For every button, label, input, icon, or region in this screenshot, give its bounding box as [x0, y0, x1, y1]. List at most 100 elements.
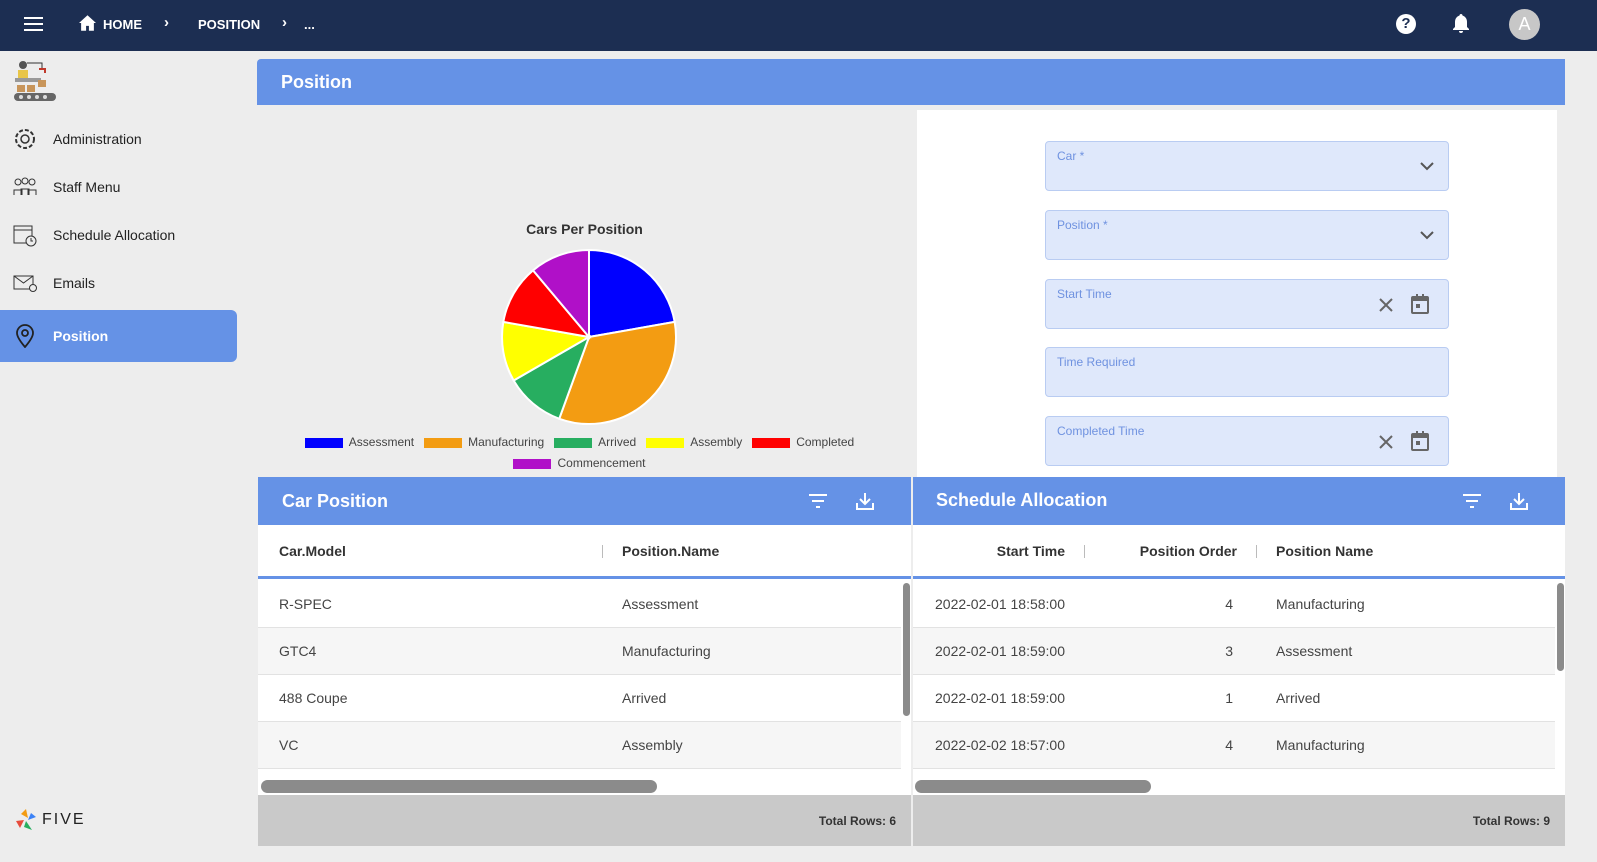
legend-swatch: [646, 437, 685, 448]
table-cell: 2022-02-02 18:57:00: [935, 737, 1065, 753]
breadcrumb-more[interactable]: ...: [304, 17, 315, 32]
sidebar-item-staff-menu[interactable]: Staff Menu: [0, 162, 237, 212]
calendar-icon[interactable]: [1411, 294, 1429, 314]
chart-panel: Cars Per Position Assessment Manufacturin…: [257, 105, 912, 477]
table-cell: 2022-02-01 18:58:00: [935, 596, 1065, 612]
table-cell: 488 Coupe: [279, 690, 348, 706]
table-cell: 4: [1225, 737, 1233, 753]
legend-swatch: [424, 437, 463, 448]
time-required-field[interactable]: Time Required: [1045, 347, 1449, 397]
sidebar-item-label: Position: [53, 328, 109, 344]
table-cell: 3: [1225, 643, 1233, 659]
legend-swatch: [304, 437, 343, 448]
vertical-scrollbar[interactable]: [1557, 583, 1564, 671]
position-select[interactable]: Position *: [1045, 210, 1449, 260]
sidebar-item-position[interactable]: Position: [0, 310, 237, 362]
legend-item[interactable]: Completed: [752, 435, 854, 449]
legend-swatch: [752, 437, 791, 448]
column-header[interactable]: Position Name: [1276, 543, 1373, 559]
table-cell: Arrived: [1276, 690, 1321, 706]
table-cell: GTC4: [279, 643, 317, 659]
horizontal-scrollbar[interactable]: [261, 780, 657, 793]
table-row[interactable]: 488 Coupe Arrived: [258, 675, 901, 722]
bell-icon[interactable]: [1452, 14, 1470, 34]
chart-legend: Assessment Manufacturing Arrived Assembly Co…: [297, 432, 872, 474]
sidebar-item-administration[interactable]: Administration: [0, 114, 237, 164]
legend-label: Assembly: [690, 435, 743, 449]
horizontal-scrollbar[interactable]: [915, 780, 1151, 793]
factory-logo-icon: [14, 61, 56, 101]
panel-title: Schedule Allocation: [936, 490, 1108, 510]
car-position-panel: Car Position Car.Model Position.Name R-S…: [258, 477, 911, 846]
legend-swatch: [513, 458, 552, 469]
panel-header: Car Position: [258, 477, 911, 525]
table-row[interactable]: GTC4 Manufacturing: [258, 628, 901, 675]
clear-icon[interactable]: [1379, 298, 1393, 312]
legend-label: Manufacturing: [468, 435, 545, 449]
avatar[interactable]: A: [1509, 9, 1540, 40]
filter-icon[interactable]: [1463, 494, 1481, 508]
clear-icon[interactable]: [1379, 435, 1393, 449]
legend-label: Commencement: [557, 456, 646, 470]
sidebar-item-label: Schedule Allocation: [53, 227, 176, 243]
home-icon: [79, 15, 96, 31]
sidebar-item-schedule-allocation[interactable]: Schedule Allocation: [0, 210, 237, 260]
legend-item[interactable]: Commencement: [513, 456, 646, 470]
completed-time-field[interactable]: Completed Time: [1045, 416, 1449, 466]
table-row[interactable]: 2022-02-01 18:59:00 3 Assessment: [913, 628, 1555, 675]
download-icon[interactable]: [1510, 492, 1528, 510]
legend-label: Assessment: [348, 435, 415, 449]
start-time-field[interactable]: Start Time: [1045, 279, 1449, 329]
column-header[interactable]: Start Time: [997, 543, 1065, 559]
email-icon: [12, 270, 38, 296]
table-footer: Total Rows: 6: [258, 795, 911, 846]
table-header: Start Time Position Order Position Name: [913, 525, 1565, 579]
chevron-down-icon[interactable]: [1420, 162, 1434, 171]
legend-swatch: [554, 437, 593, 448]
calendar-clock-icon: [12, 222, 38, 248]
column-header[interactable]: Car.Model: [279, 543, 346, 559]
car-select[interactable]: Car *: [1045, 141, 1449, 191]
legend-label: Arrived: [598, 435, 637, 449]
column-header[interactable]: Position Order: [1140, 543, 1237, 559]
table-row[interactable]: 2022-02-02 18:57:00 4 Manufacturing: [913, 722, 1555, 769]
staff-icon: [12, 174, 38, 200]
schedule-allocation-panel: Schedule Allocation Start Time Position …: [913, 477, 1565, 846]
chevron-right-icon: ›: [164, 14, 169, 31]
legend-item[interactable]: Assembly: [646, 435, 742, 449]
panel-header: Schedule Allocation: [913, 477, 1565, 525]
table-row[interactable]: 2022-02-01 18:59:00 1 Arrived: [913, 675, 1555, 722]
five-logo: FIVE: [14, 809, 86, 831]
menu-icon[interactable]: [24, 16, 43, 32]
table-cell: 2022-02-01 18:59:00: [935, 690, 1065, 706]
table-row[interactable]: R-SPEC Assessment: [258, 581, 901, 628]
table-row[interactable]: VC Assembly: [258, 722, 901, 769]
filter-icon[interactable]: [809, 494, 827, 508]
sidebar: Administration Staff Menu Schedule Alloc…: [0, 51, 257, 862]
table-cell: Arrived: [622, 690, 667, 706]
table-cell: Assembly: [622, 737, 683, 753]
table-cell: Manufacturing: [622, 643, 711, 659]
table-cell: VC: [279, 737, 299, 753]
table-header: Car.Model Position.Name: [258, 525, 911, 579]
calendar-icon[interactable]: [1411, 431, 1429, 451]
column-header[interactable]: Position.Name: [622, 543, 719, 559]
table-cell: Manufacturing: [1276, 737, 1365, 753]
breadcrumb-position[interactable]: POSITION: [198, 17, 260, 32]
legend-item[interactable]: Assessment: [304, 435, 415, 449]
panel-title: Car Position: [282, 491, 389, 511]
table-cell: Assessment: [622, 596, 699, 612]
help-icon[interactable]: ?: [1396, 14, 1416, 34]
breadcrumb-home[interactable]: HOME: [103, 17, 142, 32]
page-title: Position: [257, 59, 1565, 105]
vertical-scrollbar[interactable]: [903, 583, 910, 716]
total-rows: Total Rows: 9: [1472, 814, 1550, 828]
five-logo-icon: [16, 809, 36, 830]
sidebar-item-label: Emails: [53, 275, 96, 291]
sidebar-item-emails[interactable]: Emails: [0, 258, 237, 308]
legend-item[interactable]: Arrived: [554, 435, 636, 449]
legend-item[interactable]: Manufacturing: [424, 435, 544, 449]
chevron-down-icon[interactable]: [1420, 231, 1434, 240]
table-row[interactable]: 2022-02-01 18:58:00 4 Manufacturing: [913, 581, 1555, 628]
download-icon[interactable]: [856, 492, 874, 510]
